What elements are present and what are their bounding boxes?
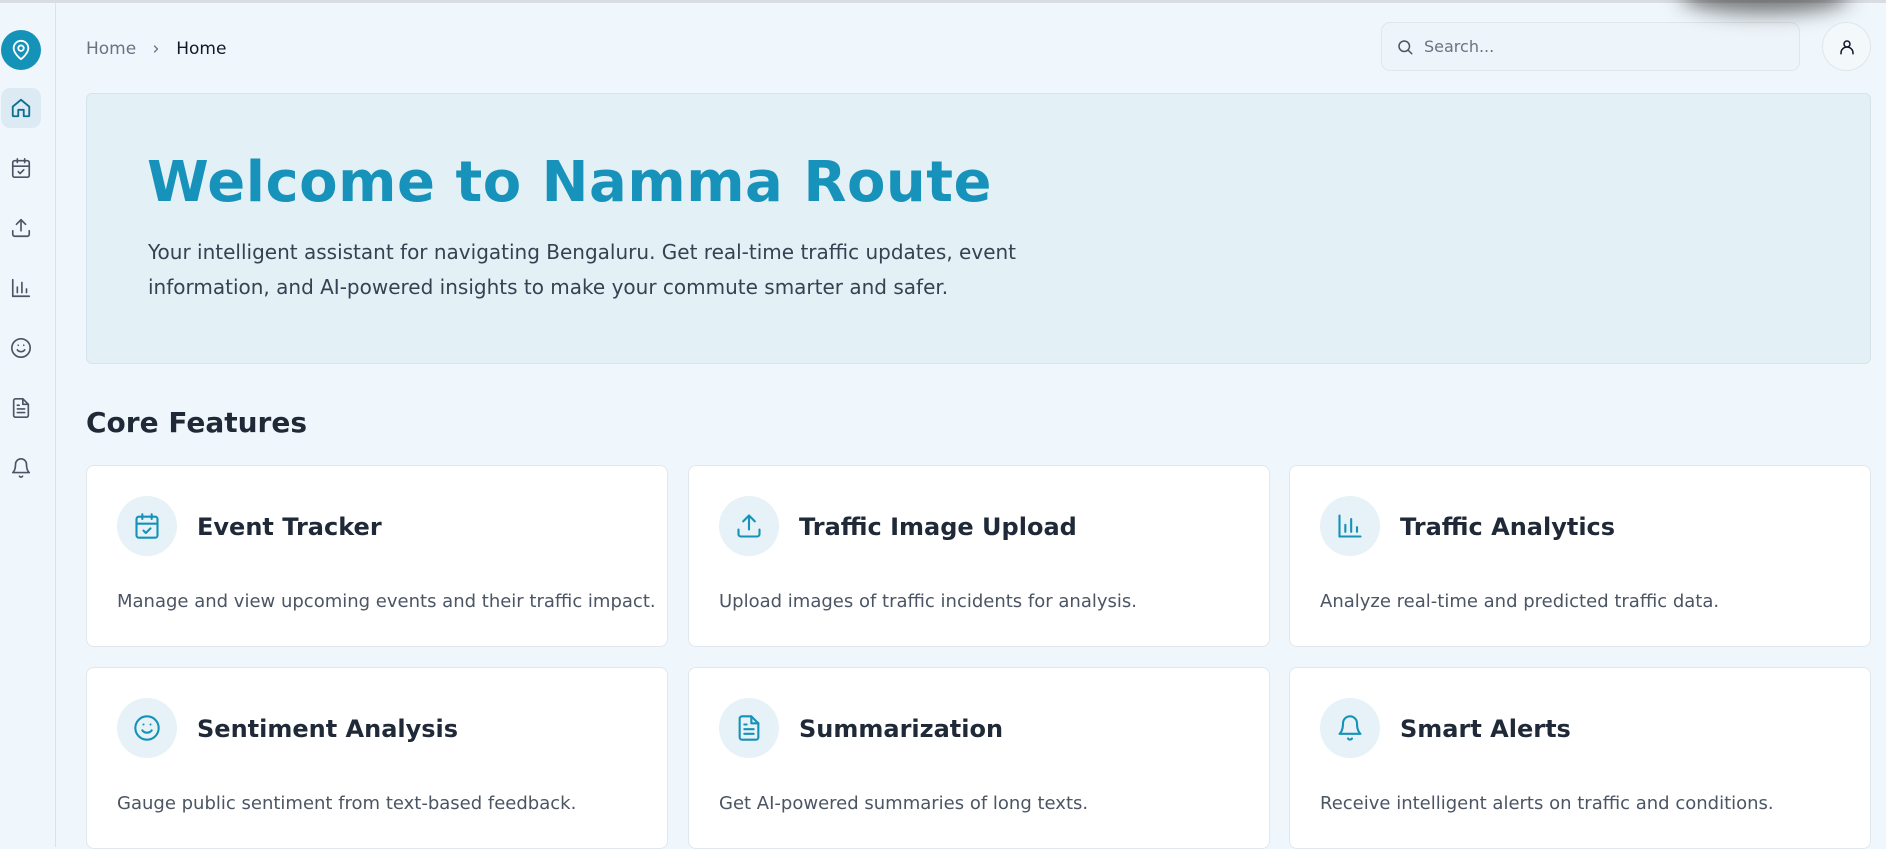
feature-description: Get AI-powered summaries of long texts.	[719, 793, 1089, 814]
smile-icon	[134, 715, 160, 741]
feature-title: Traffic Analytics	[1400, 513, 1616, 541]
user-icon	[1839, 39, 1854, 54]
window-top-border	[0, 0, 1886, 3]
sidebar-item-event-tracker[interactable]	[1, 148, 41, 188]
feature-card-sentiment-analysis[interactable]: Sentiment Analysis Gauge public sentimen…	[86, 667, 668, 849]
bar-chart-icon	[1338, 514, 1362, 538]
calendar-check-icon	[11, 158, 31, 178]
home-icon	[11, 98, 31, 118]
hero-banner: Welcome to Namma Route Your intelligent …	[86, 93, 1871, 364]
upload-icon	[737, 514, 761, 538]
map-pin-icon	[12, 39, 30, 61]
feature-card-traffic-image-upload[interactable]: Traffic Image Upload Upload images of tr…	[688, 465, 1270, 647]
calendar-check-icon	[135, 513, 159, 539]
search-icon	[1398, 39, 1413, 54]
file-text-icon	[738, 715, 760, 741]
feature-title: Summarization	[799, 715, 1004, 743]
sidebar-item-traffic-analytics[interactable]	[1, 268, 41, 308]
feature-description: Manage and view upcoming events and thei…	[117, 591, 656, 612]
feature-icon-badge	[719, 496, 779, 556]
smile-icon	[11, 338, 31, 358]
feature-icon-badge	[719, 698, 779, 758]
sidebar	[0, 3, 56, 847]
feature-icon-badge	[1320, 496, 1380, 556]
search-box[interactable]	[1381, 22, 1800, 71]
feature-title: Event Tracker	[197, 513, 382, 541]
feature-title: Sentiment Analysis	[197, 715, 459, 743]
feature-icon-badge	[1320, 698, 1380, 758]
sidebar-item-traffic-image-upload[interactable]	[1, 208, 41, 248]
user-profile-button[interactable]	[1822, 22, 1871, 71]
feature-description: Analyze real-time and predicted traffic …	[1320, 591, 1720, 612]
breadcrumb-home-link[interactable]: Home	[86, 39, 136, 59]
hero-title: Welcome to Namma Route	[147, 150, 993, 215]
bell-icon	[1338, 715, 1362, 741]
breadcrumb-current: Home	[176, 39, 227, 59]
hero-description: Your intelligent assistant for navigatin…	[148, 240, 1017, 299]
sidebar-item-summarization[interactable]	[1, 388, 41, 428]
section-title: Core Features	[86, 406, 307, 439]
sidebar-item-smart-alerts[interactable]	[1, 448, 41, 488]
feature-icon-badge	[117, 496, 177, 556]
feature-title: Traffic Image Upload	[799, 513, 1077, 541]
feature-card-traffic-analytics[interactable]: Traffic Analytics Analyze real-time and …	[1289, 465, 1871, 647]
app-logo[interactable]	[1, 30, 41, 70]
file-text-icon	[12, 398, 30, 418]
sidebar-item-sentiment-analysis[interactable]	[1, 328, 41, 368]
search-input[interactable]	[1422, 36, 1766, 57]
sidebar-item-home[interactable]	[1, 88, 41, 128]
feature-icon-badge	[117, 698, 177, 758]
breadcrumb: Home Home	[86, 38, 226, 60]
feature-description: Receive intelligent alerts on traffic an…	[1320, 793, 1774, 814]
feature-title: Smart Alerts	[1400, 715, 1571, 743]
feature-description: Gauge public sentiment from text-based f…	[117, 793, 577, 814]
bar-chart-icon	[11, 278, 31, 298]
upload-icon	[11, 218, 31, 238]
chevron-right-icon	[150, 43, 162, 55]
bell-icon	[11, 458, 31, 478]
feature-card-smart-alerts[interactable]: Smart Alerts Receive intelligent alerts …	[1289, 667, 1871, 849]
feature-card-summarization[interactable]: Summarization Get AI-powered summaries o…	[688, 667, 1270, 849]
feature-card-event-tracker[interactable]: Event Tracker Manage and view upcoming e…	[86, 465, 668, 647]
feature-description: Upload images of traffic incidents for a…	[719, 591, 1137, 612]
